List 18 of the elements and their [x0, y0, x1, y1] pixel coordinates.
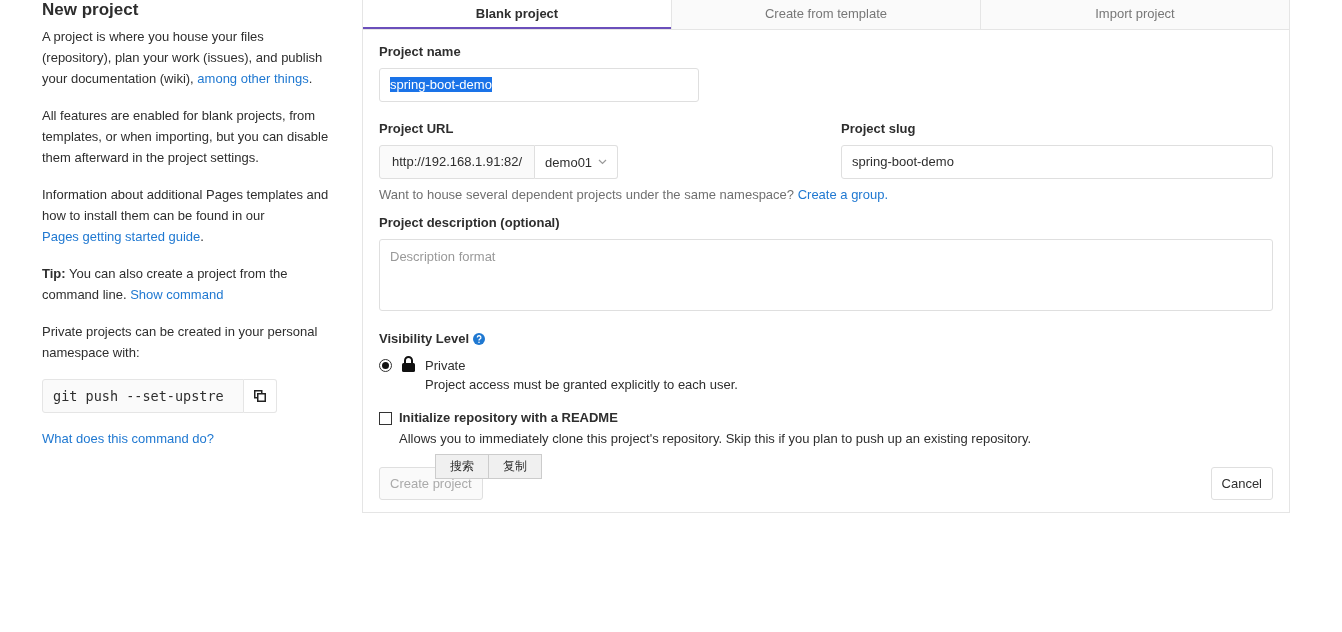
paragraph: Information about additional Pages templates and how to install them can be found in our Pages getting started guide. [42, 186, 330, 246]
field-label: Project URL [379, 121, 455, 136]
url-prefix: http://192.168.1.91:82/ [379, 145, 536, 179]
paragraph: All features are enabled for blank projects, from templates, or when importing, but you can disable them afterward in the project settings. [42, 107, 330, 167]
help-text: Want to house several dependent projects under the same namespace? Create a group. [379, 187, 889, 202]
field-label: Project description (optional) [379, 215, 561, 230]
field-label: Project slug [841, 121, 917, 136]
paragraph: Tip: You can also create a project from the command line. Show command [42, 265, 289, 304]
radio-label: Private [425, 357, 467, 375]
page-title: New project [42, 0, 140, 20]
selected-text: spring-boot-demo [390, 77, 492, 92]
field-label: Project name [379, 44, 462, 59]
option-description: Allows you to immediately clone this project's repository. Skip this if you plan to push up an existing repository. [399, 430, 1032, 448]
paragraph: Private projects can be created in your personal namespace with: [42, 323, 319, 362]
field-label: Visibility Level [379, 331, 470, 346]
option-description: Project access must be granted explicitly to each user. [425, 376, 738, 394]
checkbox-label: Initialize repository with a README [399, 410, 619, 425]
paragraph: A project is where you house your files (repository), plan your work (issues), and publish your documentation (wiki), among other things. [42, 28, 324, 88]
